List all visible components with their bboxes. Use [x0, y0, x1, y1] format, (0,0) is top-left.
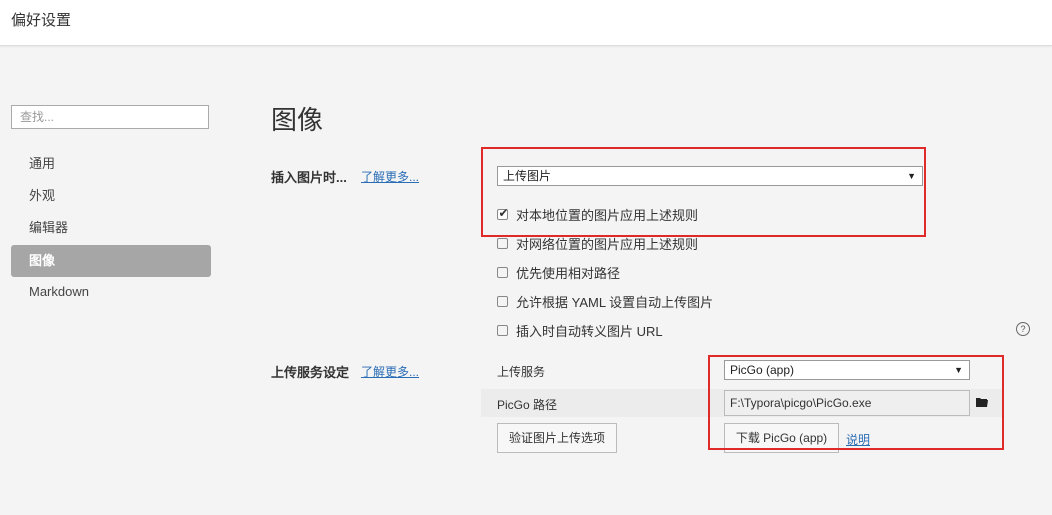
upload-service-value: PicGo (app) [730, 363, 795, 377]
sidebar-item-image[interactable]: 图像 [11, 245, 211, 277]
option-label: 优先使用相对路径 [516, 265, 621, 281]
sidebar-item-label: 编辑器 [29, 220, 69, 235]
sidebar-item-label: 通用 [29, 156, 56, 171]
checkbox[interactable] [497, 324, 508, 336]
search-input[interactable] [11, 105, 209, 129]
checkbox-checked[interactable]: ✔ [497, 205, 509, 220]
question-circle-icon[interactable]: ? [1016, 322, 1030, 336]
option-label: 插入时自动转义图片 URL [516, 323, 663, 339]
triangle-down-icon: ▼ [907, 171, 916, 181]
sidebar-item-appearance[interactable]: 外观 [11, 180, 211, 212]
option-label: 对网络位置的图片应用上述规则 [516, 236, 699, 252]
triangle-down-icon: ▼ [954, 365, 963, 375]
checkbox[interactable] [497, 295, 508, 307]
sidebar-item-general[interactable]: 通用 [11, 148, 211, 180]
checkbox[interactable] [497, 266, 508, 278]
folder-icon[interactable] [976, 397, 988, 407]
option-yaml-upload[interactable]: 允许根据 YAML 设置自动上传图片 [497, 292, 713, 310]
download-picgo-button[interactable]: 下载 PicGo (app) [724, 423, 839, 453]
option-escape-url[interactable]: 插入时自动转义图片 URL [497, 321, 663, 339]
sidebar-item-label: 图像 [29, 253, 56, 268]
sidebar-item-markdown[interactable]: Markdown [11, 276, 211, 308]
verify-upload-button[interactable]: 验证图片上传选项 [497, 423, 617, 453]
picgo-path-value: F:\Typora\picgo\PicGo.exe [730, 396, 872, 410]
path-field-label: PicGo 路径 [497, 398, 558, 412]
sidebar-item-label: 外观 [29, 188, 56, 203]
explain-link[interactable]: 说明 [846, 431, 870, 448]
window-title: 偏好设置 [11, 12, 72, 29]
option-local-images[interactable]: ✔ 对本地位置的图片应用上述规则 [497, 205, 698, 223]
insert-action-value: 上传图片 [503, 169, 552, 183]
option-network-images[interactable]: 对网络位置的图片应用上述规则 [497, 234, 698, 252]
checkbox[interactable] [497, 237, 508, 249]
insert-learn-more-link[interactable]: 了解更多... [361, 168, 419, 185]
option-label: 对本地位置的图片应用上述规则 [516, 207, 699, 223]
sidebar-item-editor[interactable]: 编辑器 [11, 212, 211, 244]
upload-service-select[interactable]: PicGo (app) ▼ [724, 360, 970, 380]
picgo-path-input[interactable]: F:\Typora\picgo\PicGo.exe [724, 390, 970, 416]
option-relative-path[interactable]: 优先使用相对路径 [497, 263, 620, 281]
upload-learn-more-link[interactable]: 了解更多... [361, 363, 419, 380]
upload-service-label: 上传服务设定 [271, 365, 350, 380]
highlight-box-insert [481, 147, 926, 237]
sidebar-item-label: Markdown [29, 284, 89, 299]
option-label: 允许根据 YAML 设置自动上传图片 [516, 294, 714, 310]
insert-image-label: 插入图片时... [271, 170, 347, 185]
title-bar: 偏好设置 [0, 0, 1052, 46]
service-field-label: 上传服务 [497, 365, 546, 379]
insert-action-select[interactable]: 上传图片 ▼ [497, 166, 923, 186]
checkmark-icon: ✔ [498, 205, 509, 220]
page-title: 图像 [271, 105, 324, 135]
